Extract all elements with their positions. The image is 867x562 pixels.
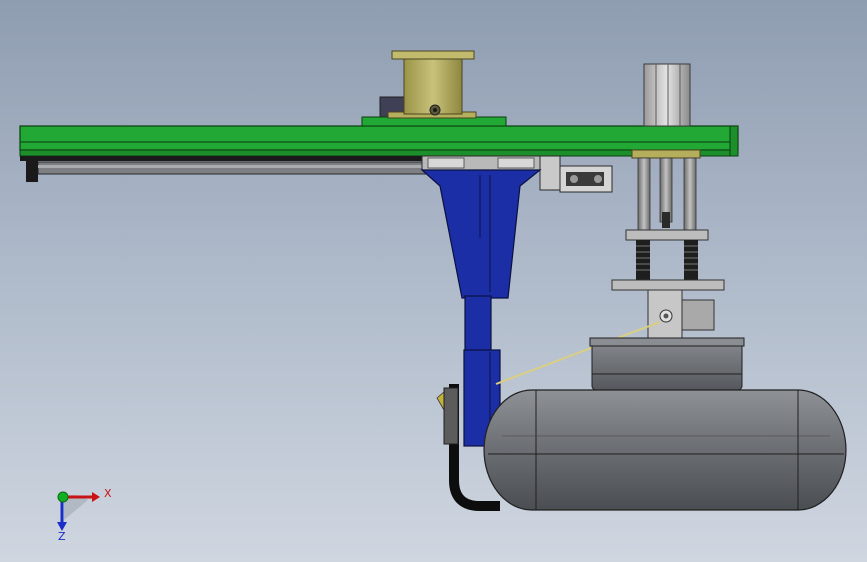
- axis-z-label: Z: [58, 530, 66, 543]
- spring-mount: [611, 229, 725, 341]
- axis-x-label: X: [104, 487, 112, 500]
- orientation-triad: [57, 491, 100, 531]
- green-cross-beam: [19, 125, 739, 161]
- linear-rail: [26, 160, 429, 182]
- carriage-motor: [559, 165, 613, 193]
- spool-drive: [361, 50, 507, 127]
- cad-viewport[interactable]: X Z: [0, 0, 867, 562]
- tank-assembly: [443, 337, 847, 511]
- cad-drawing: [19, 50, 847, 531]
